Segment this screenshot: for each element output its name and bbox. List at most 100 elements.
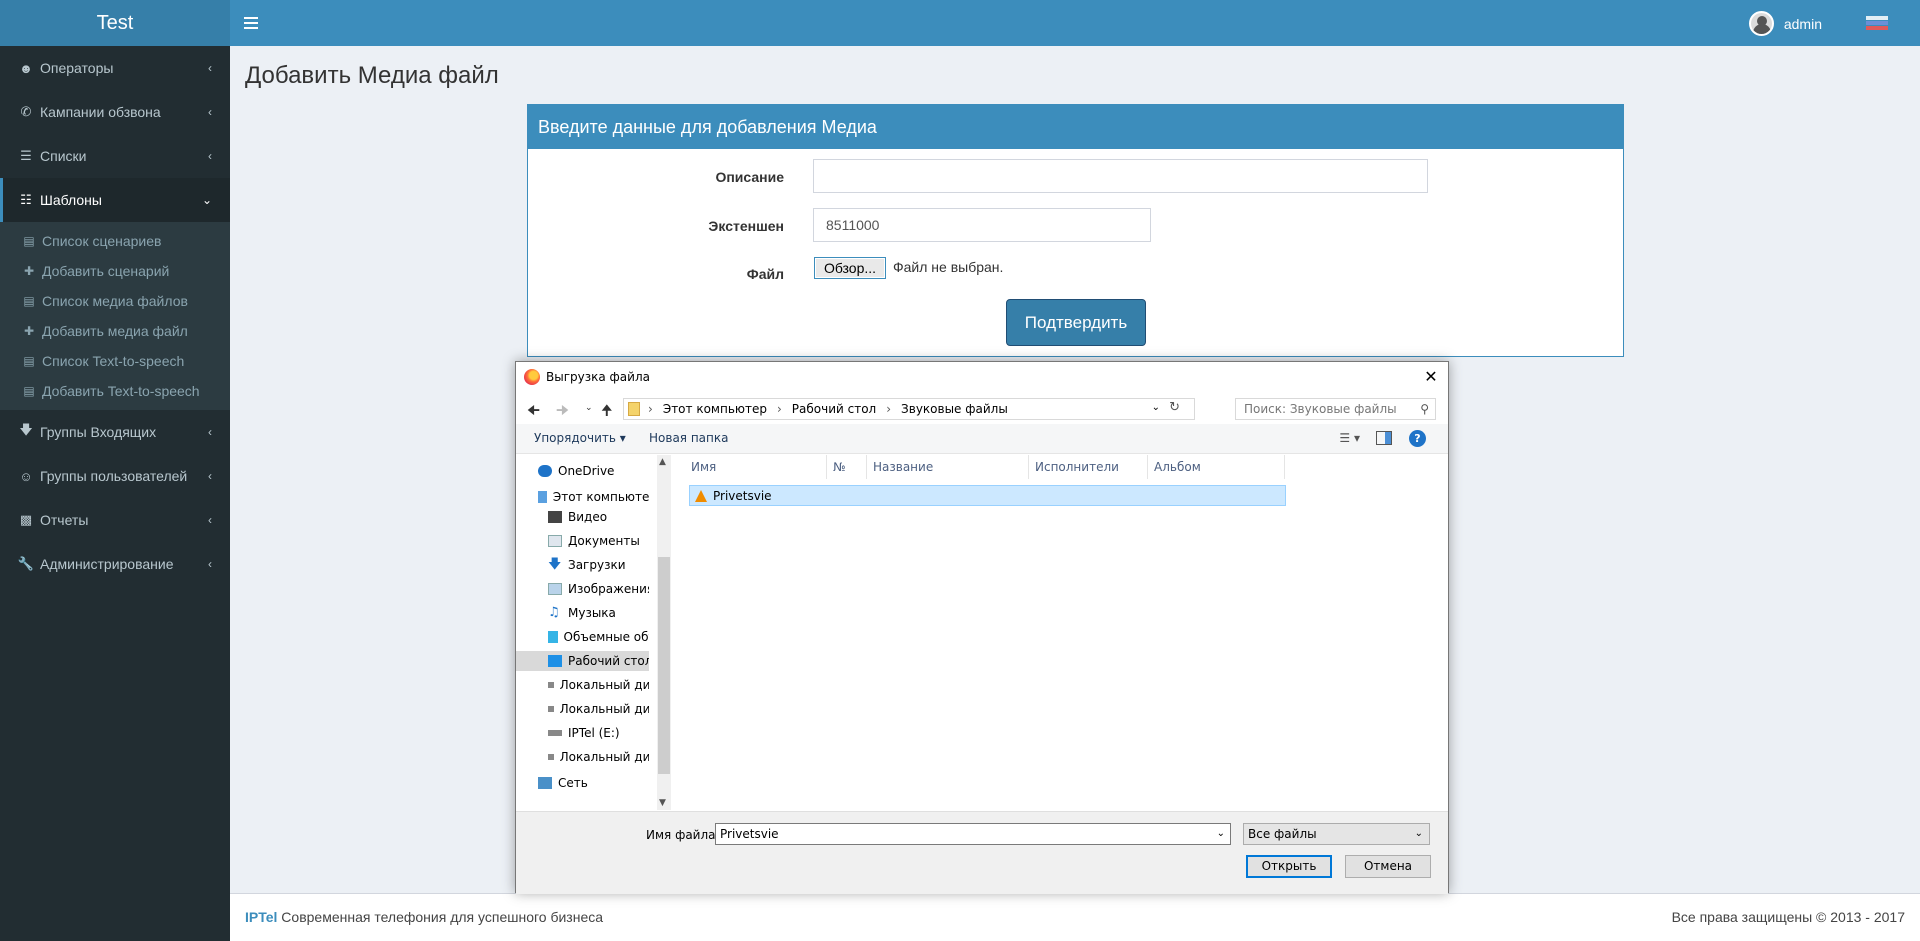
tree-item-downloads[interactable]: 🡇 Загрузки [516,555,649,575]
forward-arrow-icon[interactable]: 🠊 [556,400,569,424]
chevron-left-icon: ‹ [208,149,212,163]
description-input[interactable] [813,159,1428,193]
tree-item-documents[interactable]: Документы [516,531,649,551]
search-placeholder: Поиск: Звуковые файлы [1244,402,1397,416]
chevron-left-icon: ‹ [208,557,212,571]
sidebar-item-label: Кампании обзвона [40,104,161,120]
tree-item-onedrive[interactable]: OneDrive [516,461,649,481]
tree-item-desktop[interactable]: Рабочий стол [516,651,649,671]
tree-item-music[interactable]: ♫ Музыка [516,603,649,623]
sidebar-item-label: Операторы [40,60,114,76]
column-header-artists[interactable]: Исполнители [1029,455,1148,479]
scrollbar-thumb[interactable] [658,557,670,774]
tree-item-this-pc[interactable]: Этот компьютер [516,487,649,507]
sidebar-item-templates[interactable]: ☷ Шаблоны ⌄ [0,178,230,222]
file-type-value: Все файлы [1248,827,1317,841]
tree-item-local-disk[interactable]: Локальный дис [516,699,649,719]
extension-input[interactable]: 8511000 [813,208,1151,242]
subitem-scenario-list[interactable]: ▤ Список сценариев [0,226,230,256]
music-icon: ♫ [548,605,560,620]
view-options-icon[interactable]: ☰ ▾ [1339,431,1360,445]
sidebar-item-administration[interactable]: 🔧 Администрирование ‹ [0,542,230,586]
tree-item-local-disk[interactable]: Локальный дис [516,675,649,695]
filename-value: Privetsvie [720,827,779,841]
footer-brand[interactable]: IPTel [245,909,277,925]
submit-button[interactable]: Подтвердить [1006,299,1146,346]
browse-button[interactable]: Обзор... [814,257,886,279]
tree-item-label: Видео [568,510,608,524]
up-arrow-icon[interactable]: 🠉 [601,400,613,424]
subitem-add-media[interactable]: ✚ Добавить медиа файл [0,316,230,346]
subitem-tts-list[interactable]: ▤ Список Text-to-speech [0,346,230,376]
dialog-titlebar[interactable]: Выгрузка файла [516,362,1448,392]
sidebar-item-reports[interactable]: ▩ Отчеты ‹ [0,498,230,542]
sidebar-item-operators[interactable]: ☻ Операторы ‹ [0,46,230,90]
download-icon: 🡇 [548,557,562,572]
filename-input[interactable]: Privetsvie ⌄ [715,823,1231,845]
back-arrow-icon[interactable]: 🠈 [527,400,540,424]
breadcrumb-item[interactable]: Этот компьютер [663,402,767,416]
file-upload-dialog: Выгрузка файла ✕ 🠈 🠊 ⌄ 🠉 › Этот компьюте… [515,361,1449,894]
description-label: Описание [715,169,784,185]
organize-button[interactable]: Упорядочить ▾ [534,431,626,445]
subitem-label: Список Text-to-speech [42,353,185,369]
tree-scrollbar[interactable]: ▲ ▼ [657,455,671,810]
subitem-label: Добавить Text-to-speech [42,383,200,399]
list-item[interactable]: Privetsvie [689,485,1286,506]
chevron-left-icon: ‹ [208,425,212,439]
chevron-down-icon[interactable]: ⌄ [1152,402,1160,413]
breadcrumb-item[interactable]: Звуковые файлы [901,402,1008,416]
tree-item-local-disk[interactable]: Локальный дис [516,747,649,767]
footer: IPTel Современная телефония для успешног… [230,893,1920,941]
column-header-name[interactable]: Имя [685,455,827,479]
sidebar-item-user-groups[interactable]: ☺ Группы пользователей ‹ [0,454,230,498]
chevron-left-icon: ‹ [208,513,212,527]
tree-item-label: Этот компьютер [552,490,649,504]
navigation-tree: OneDrive Этот компьютер Видео Документы … [516,455,649,810]
refresh-icon[interactable]: ↻ [1169,400,1180,415]
tree-item-iptel-drive[interactable]: IPTel (E:) [516,723,649,743]
subitem-add-scenario[interactable]: ✚ Добавить сценарий [0,256,230,286]
user-circle-icon: ☺ [19,468,33,484]
folder-icon [628,402,640,416]
app-logo[interactable]: Test [0,0,230,46]
tree-item-network[interactable]: Сеть [516,773,649,793]
cancel-button[interactable]: Отмена [1345,855,1431,878]
cube-icon [548,631,558,643]
column-header-title[interactable]: Название [867,455,1029,479]
sidebar-item-lists[interactable]: ☰ Списки ‹ [0,134,230,178]
address-bar[interactable]: › Этот компьютер › Рабочий стол › Звуков… [623,398,1195,420]
close-icon[interactable]: ✕ [1420,366,1442,388]
tree-item-3d-objects[interactable]: Объемные объ [516,627,649,647]
breadcrumb-item[interactable]: Рабочий стол [792,402,876,416]
new-folder-button[interactable]: Новая папка [649,431,728,445]
preview-pane-icon[interactable] [1376,431,1392,445]
help-icon[interactable]: ? [1409,430,1426,447]
sidebar-toggle-icon[interactable] [244,14,258,32]
tree-item-pictures[interactable]: Изображения [516,579,649,599]
subitem-add-tts[interactable]: ▤ Добавить Text-to-speech [0,376,230,406]
search-input[interactable]: Поиск: Звуковые файлы ⚲ [1235,398,1436,420]
scroll-up-icon[interactable]: ▲ [659,457,666,467]
desktop-icon [548,655,562,667]
column-header-album[interactable]: Альбом [1148,455,1285,479]
tree-item-label: Сеть [558,776,588,790]
dialog-toolbar: Упорядочить ▾ Новая папка ☰ ▾ ? [516,424,1448,454]
sidebar-item-campaigns[interactable]: ✆ Кампании обзвона ‹ [0,90,230,134]
language-flag-icon[interactable] [1866,16,1888,30]
network-icon [538,777,552,789]
column-header-number[interactable]: № [827,455,867,479]
subitem-media-list[interactable]: ▤ Список медиа файлов [0,286,230,316]
chevron-left-icon: ‹ [208,105,212,119]
chevron-down-icon[interactable]: ⌄ [1217,824,1225,844]
scroll-down-icon[interactable]: ▼ [659,798,666,808]
sidebar-item-inbound-groups[interactable]: 🡇 Группы Входящих ‹ [0,410,230,454]
table-icon: ▤ [23,234,35,248]
users-icon: ☻ [19,60,33,76]
file-type-select[interactable]: Все файлы ⌄ [1243,823,1430,845]
open-button[interactable]: Открыть [1246,855,1332,878]
recent-dropdown-icon[interactable]: ⌄ [585,403,593,413]
tree-item-video[interactable]: Видео [516,507,649,527]
user-menu[interactable]: admin [1748,11,1822,36]
tree-item-label: OneDrive [558,464,615,478]
